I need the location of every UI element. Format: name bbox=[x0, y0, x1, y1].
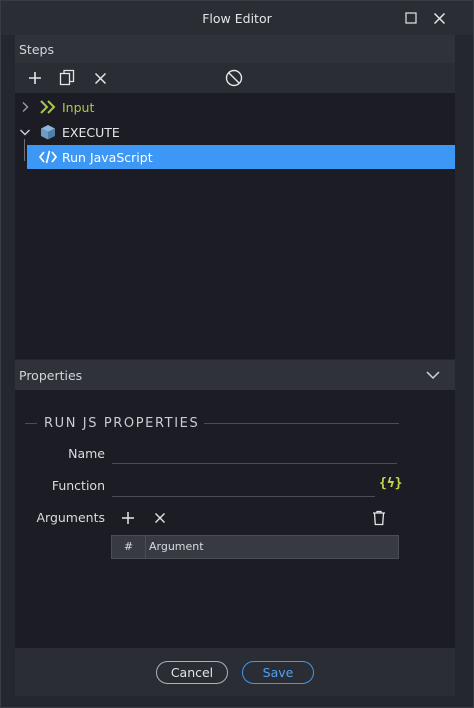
function-picker-icon[interactable]: {ϟ} bbox=[379, 476, 402, 491]
chevron-down-icon[interactable] bbox=[19, 126, 31, 138]
disable-step-button[interactable] bbox=[224, 68, 244, 88]
tree-item-label: Input bbox=[62, 100, 95, 115]
name-label: Name bbox=[68, 446, 105, 461]
properties-header-label: Properties bbox=[19, 368, 83, 383]
add-icon bbox=[29, 72, 41, 84]
copy-icon bbox=[59, 69, 75, 86]
delete-step-button[interactable] bbox=[90, 68, 110, 88]
code-icon bbox=[39, 150, 57, 164]
tree-item-label: Run JavaScript bbox=[62, 150, 153, 165]
delete-argument-button[interactable] bbox=[151, 509, 169, 527]
add-step-button[interactable] bbox=[25, 68, 45, 88]
steps-header-label: Steps bbox=[19, 42, 54, 57]
close-window-button[interactable] bbox=[431, 10, 447, 26]
steps-tree: Input EXECUTE Run JavaScript bbox=[15, 93, 455, 359]
column-header-argument: Argument bbox=[149, 540, 204, 553]
cancel-button[interactable]: Cancel bbox=[156, 661, 228, 684]
tree-connector-line bbox=[24, 139, 25, 161]
delete-icon bbox=[155, 513, 165, 523]
function-label: Function bbox=[51, 478, 105, 493]
arguments-table-header: # Argument bbox=[111, 535, 399, 559]
clear-arguments-button[interactable] bbox=[370, 509, 388, 527]
title-bar: Flow Editor bbox=[1, 1, 473, 35]
section-title: RUN JS PROPERTIES bbox=[44, 416, 200, 431]
tree-item-execute[interactable]: EXECUTE bbox=[15, 120, 455, 144]
steps-toolbar bbox=[15, 63, 455, 93]
dialog-footer: Cancel Save bbox=[15, 648, 455, 696]
section-divider bbox=[204, 423, 399, 424]
copy-step-button[interactable] bbox=[57, 68, 77, 88]
properties-panel: RUN JS PROPERTIES Name Function {ϟ} Argu… bbox=[15, 390, 455, 648]
close-icon bbox=[433, 12, 445, 24]
tree-item-run-javascript[interactable]: Run JavaScript bbox=[27, 145, 455, 169]
maximize-icon bbox=[405, 12, 417, 24]
chevron-right-icon[interactable] bbox=[19, 101, 31, 113]
disable-icon bbox=[225, 69, 243, 87]
column-header-number: # bbox=[112, 536, 146, 558]
tree-item-label: EXECUTE bbox=[62, 125, 120, 140]
add-argument-button[interactable] bbox=[119, 509, 137, 527]
trash-icon bbox=[373, 510, 385, 526]
add-icon bbox=[122, 512, 134, 524]
flow-editor-window: Flow Editor Steps Input EXECUTE Run Java… bbox=[0, 0, 474, 708]
arguments-label: Arguments bbox=[36, 510, 105, 525]
cube-icon bbox=[41, 125, 55, 140]
properties-panel-header[interactable]: Properties bbox=[15, 360, 455, 390]
steps-panel-header: Steps bbox=[15, 35, 455, 63]
double-chevron-icon bbox=[40, 100, 56, 114]
section-divider bbox=[25, 423, 37, 424]
chevron-down-icon[interactable] bbox=[425, 368, 441, 382]
maximize-button[interactable] bbox=[403, 10, 419, 26]
delete-icon bbox=[94, 72, 106, 84]
name-input[interactable] bbox=[112, 463, 397, 464]
function-input[interactable] bbox=[112, 496, 375, 497]
tree-item-input[interactable]: Input bbox=[15, 95, 455, 119]
save-button[interactable]: Save bbox=[242, 661, 314, 684]
